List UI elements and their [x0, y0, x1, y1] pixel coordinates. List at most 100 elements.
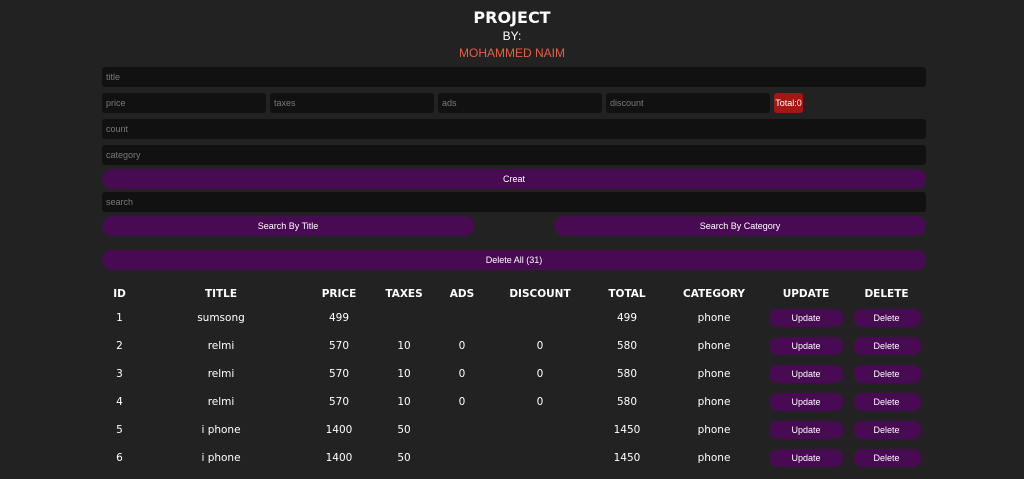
- cell-delete: Delete: [847, 388, 926, 416]
- cell-ads: 0: [458, 368, 466, 380]
- cell-update: Update: [765, 304, 847, 332]
- cell-price: 570: [328, 396, 350, 408]
- table-row: 2 relmi 570 10 0 0 580 phone Update Dele…: [102, 332, 926, 360]
- header-discount: DISCOUNT: [509, 288, 571, 300]
- cell-update: Update: [765, 416, 847, 444]
- cell-title: relmi: [207, 340, 235, 352]
- cell-taxes: 10: [397, 396, 411, 408]
- products-table: ID TITLE PRICE TAXES ADS DISCOUNT TOTAL …: [102, 284, 926, 472]
- count-input[interactable]: [102, 119, 926, 139]
- header-id: ID: [113, 288, 126, 300]
- cell-id: 3: [116, 368, 123, 380]
- cell-ads: [435, 444, 489, 472]
- table-row: 1 sumsong 499 499 phone Update Delete: [102, 304, 926, 332]
- create-button[interactable]: Creat: [102, 169, 926, 189]
- cell-delete: Delete: [847, 360, 926, 388]
- taxes-input[interactable]: [270, 93, 434, 113]
- cell-category: phone: [697, 396, 731, 408]
- table-row: 3 relmi 570 10 0 0 580 phone Update Dele…: [102, 360, 926, 388]
- price-row: Total:0: [102, 93, 926, 113]
- cell-update: Update: [765, 444, 847, 472]
- delete-button[interactable]: Delete: [852, 365, 921, 383]
- cell-id: 6: [116, 452, 123, 464]
- search-by-category-button[interactable]: Search By Category: [554, 216, 926, 236]
- header-total: TOTAL: [608, 288, 646, 300]
- table-row: 6 i phone 1400 50 1450 phone Update Dele…: [102, 444, 926, 472]
- cell-taxes: 50: [397, 452, 411, 464]
- delete-button[interactable]: Delete: [852, 309, 921, 327]
- cell-total: 1450: [613, 452, 641, 464]
- update-button[interactable]: Update: [769, 393, 843, 411]
- search-input[interactable]: [102, 192, 926, 212]
- cell-price: 499: [328, 312, 350, 324]
- header-update: UPDATE: [782, 288, 830, 300]
- cell-discount: 0: [536, 368, 544, 380]
- delete-button[interactable]: Delete: [852, 393, 921, 411]
- ads-input[interactable]: [438, 93, 602, 113]
- cell-discount: 0: [536, 340, 544, 352]
- cell-total: 580: [616, 368, 638, 380]
- product-form: Total:0 Creat Search By Title Search By …: [102, 67, 926, 270]
- page-title: PROJECT: [473, 8, 551, 27]
- header-taxes: TAXES: [385, 288, 423, 300]
- cell-id: 4: [116, 396, 123, 408]
- cell-title: relmi: [207, 396, 235, 408]
- total-badge: Total:0: [774, 93, 803, 113]
- update-button[interactable]: Update: [769, 421, 843, 439]
- title-input[interactable]: [102, 67, 926, 87]
- cell-title: i phone: [201, 452, 241, 464]
- cell-delete: Delete: [847, 304, 926, 332]
- discount-input[interactable]: [606, 93, 770, 113]
- table-row: 5 i phone 1400 50 1450 phone Update Dele…: [102, 416, 926, 444]
- cell-discount: [489, 304, 591, 332]
- cell-delete: Delete: [847, 416, 926, 444]
- cell-delete: Delete: [847, 332, 926, 360]
- cell-id: 2: [116, 340, 123, 352]
- cell-taxes: 50: [397, 424, 411, 436]
- cell-title: sumsong: [197, 312, 245, 324]
- cell-category: phone: [697, 312, 731, 324]
- cell-taxes: 10: [397, 368, 411, 380]
- page-header: PROJECT BY: MOHAMMED NAIM: [0, 0, 1024, 60]
- cell-id: 1: [116, 312, 123, 324]
- cell-total: 580: [616, 340, 638, 352]
- update-button[interactable]: Update: [769, 365, 843, 383]
- cell-title: i phone: [201, 424, 241, 436]
- update-button[interactable]: Update: [769, 337, 843, 355]
- search-by-title-button[interactable]: Search By Title: [102, 216, 474, 236]
- cell-title: relmi: [207, 368, 235, 380]
- cell-total: 499: [616, 312, 638, 324]
- cell-ads: [435, 304, 489, 332]
- cell-id: 5: [116, 424, 123, 436]
- header-ads: ADS: [449, 288, 475, 300]
- cell-taxes: [373, 304, 435, 332]
- cell-price: 570: [328, 368, 350, 380]
- cell-category: phone: [697, 368, 731, 380]
- search-buttons: Search By Title Search By Category: [102, 216, 926, 236]
- header-delete: DELETE: [864, 288, 909, 300]
- author-name: MOHAMMED NAIM: [459, 46, 565, 60]
- category-input[interactable]: [102, 145, 926, 165]
- cell-discount: 0: [536, 396, 544, 408]
- update-button[interactable]: Update: [769, 309, 843, 327]
- price-input[interactable]: [102, 93, 266, 113]
- delete-all-button[interactable]: Delete All (31): [102, 250, 926, 270]
- cell-price: 1400: [325, 424, 353, 436]
- cell-taxes: 10: [397, 340, 411, 352]
- cell-category: phone: [697, 340, 731, 352]
- delete-button[interactable]: Delete: [852, 337, 921, 355]
- update-button[interactable]: Update: [769, 449, 843, 467]
- cell-total: 1450: [613, 424, 641, 436]
- cell-discount: [489, 416, 591, 444]
- cell-update: Update: [765, 332, 847, 360]
- table-header-row: ID TITLE PRICE TAXES ADS DISCOUNT TOTAL …: [102, 284, 926, 304]
- cell-price: 570: [328, 340, 350, 352]
- delete-button[interactable]: Delete: [852, 421, 921, 439]
- delete-button[interactable]: Delete: [852, 449, 921, 467]
- by-label: BY:: [502, 29, 522, 43]
- cell-discount: [489, 444, 591, 472]
- cell-ads: 0: [458, 340, 466, 352]
- cell-total: 580: [616, 396, 638, 408]
- cell-ads: 0: [458, 396, 466, 408]
- header-price: PRICE: [321, 288, 357, 300]
